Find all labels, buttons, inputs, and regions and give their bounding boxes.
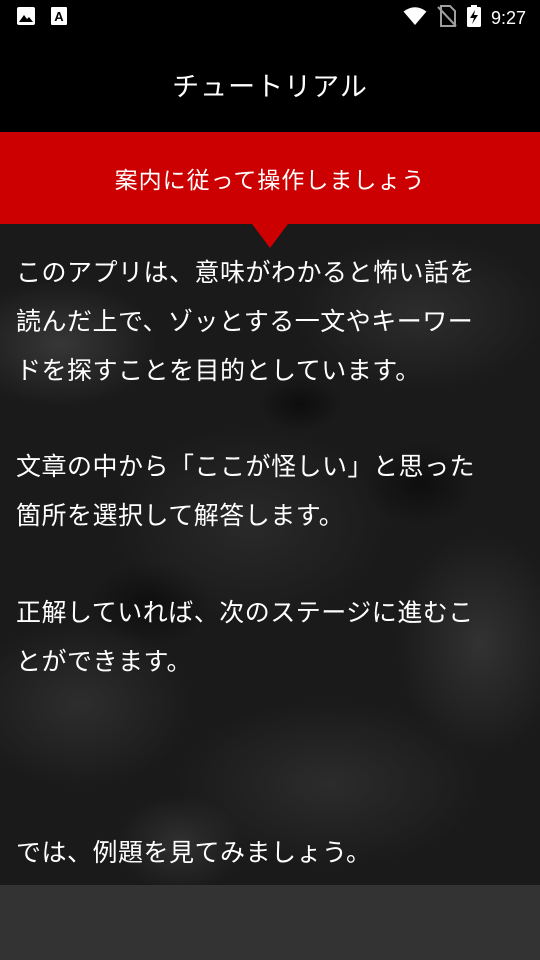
status-bar: A 9:27 [0, 0, 540, 36]
bottom-area [0, 885, 540, 960]
text-line: とができます。 [16, 647, 193, 676]
paragraph-next-stage: 正解していれば、次のステージに進むこ とができます。 [16, 588, 516, 686]
page-title: チュートリアル [172, 71, 368, 103]
image-icon [16, 6, 36, 30]
text-line: 箇所を選択して解答します。 [16, 501, 345, 530]
svg-text:A: A [54, 9, 64, 24]
text-line: 読んだ上で、ゾッとする一文やキーワー [16, 307, 474, 336]
wifi-icon [403, 6, 427, 30]
battery-charging-icon [466, 5, 481, 31]
status-right: 9:27 [403, 5, 526, 31]
paragraph-example: では、例題を見てみましょう。 [16, 828, 516, 877]
instruction-banner: 案内に従って操作しましょう [0, 132, 540, 224]
paragraph-intro: このアプリは、意味がわかると怖い話を 読んだ上で、ゾッとする一文やキーワー ドを… [16, 248, 516, 395]
text-line: 正解していれば、次のステージに進むこ [16, 598, 474, 627]
tutorial-content[interactable]: このアプリは、意味がわかると怖い話を 読んだ上で、ゾッとする一文やキーワー ドを… [0, 224, 540, 885]
app-bar: チュートリアル [0, 36, 540, 132]
text-line: 文章の中から「ここが怪しい」と思った [16, 452, 476, 481]
text-line: ドを探すことを目的としています。 [16, 356, 421, 385]
status-time: 9:27 [490, 7, 526, 28]
banner-text: 案内に従って操作しましょう [114, 168, 426, 194]
font-icon: A [50, 6, 68, 30]
status-left: A [16, 6, 68, 30]
banner-pointer [252, 224, 288, 248]
paragraph-how-to-answer: 文章の中から「ここが怪しい」と思った 箇所を選択して解答します。 [16, 442, 516, 540]
text-line: このアプリは、意味がわかると怖い話を [16, 258, 476, 287]
no-sim-icon [437, 5, 457, 31]
text-line: では、例題を見てみましょう。 [16, 838, 372, 867]
